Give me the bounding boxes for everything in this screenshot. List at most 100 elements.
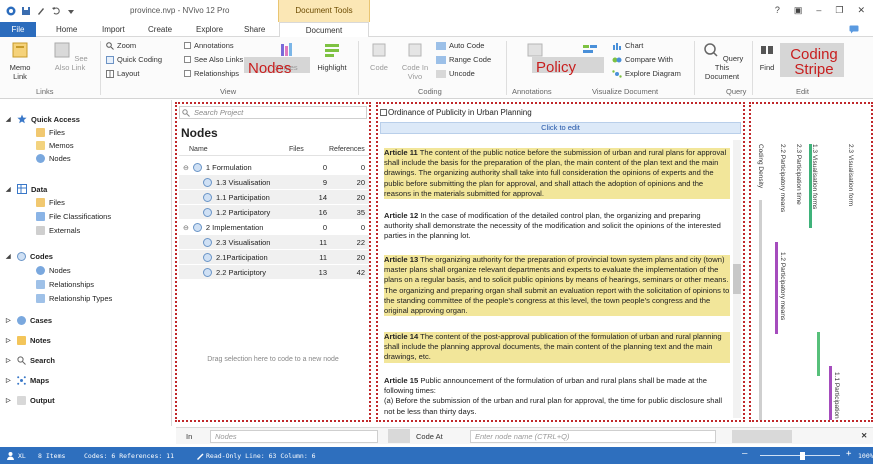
range-code-button[interactable]: Range Code [436,55,491,64]
auto-code-button[interactable]: Auto Code [436,41,484,50]
node-row[interactable]: ⊖ 2 Implementation 0 0 [179,220,369,234]
tab-explore[interactable]: Explore [196,22,223,37]
links-group-label: Links [36,87,54,96]
document-paragraph[interactable]: Article 15 Public announcement of the fo… [384,376,730,417]
restore-button[interactable]: ❐ [835,5,843,16]
nav-qa-files-label: Files [49,128,65,137]
chat-icon[interactable] [849,25,859,34]
quick-coding-button[interactable]: Quick Coding [106,55,162,64]
nav-qa-nodes-label: Nodes [49,154,71,163]
nav-file-classifications[interactable]: File Classifications [36,212,111,221]
code-bar-nodes-field[interactable]: Nodes [210,430,378,443]
nav-relationships[interactable]: Relationships [36,280,94,289]
node-row[interactable]: 1.3 Visualisation 9 20 [179,175,369,189]
collapse-icon[interactable]: ⊖ [183,164,189,172]
word-cloud-button[interactable] [574,41,606,63]
node-row[interactable]: 2.3 Visualisation 11 22 [179,235,369,249]
zoom-button[interactable]: Zoom [106,41,136,50]
query-this-document-button[interactable]: Query This Document [698,41,746,81]
explore-diagram-button[interactable]: Explore Diagram [612,69,681,78]
nav-cases[interactable]: ▷ Cases [6,316,52,325]
layout-button[interactable]: Layout [106,69,140,78]
tab-document[interactable]: Document [279,22,369,38]
node-icon [192,223,202,232]
nav-maps[interactable]: ▷ Maps [6,376,49,385]
code-in-vivo-button[interactable]: Code In Vivo [398,41,432,81]
stripe-label-2-2: 2.2 Participatory means [779,144,786,213]
nav-data[interactable]: ◢ Data [6,184,47,194]
ribbon-display-button[interactable]: ▣ [794,5,803,16]
nav-relationship-types-label: Relationship Types [49,294,113,303]
tab-create[interactable]: Create [148,22,172,37]
zoom-slider-handle[interactable] [800,452,805,460]
nav-data-files[interactable]: Files [36,198,65,207]
document-paragraph[interactable]: Article 14 The content of the post-appro… [384,332,730,363]
edit-icon[interactable] [36,6,46,16]
annotations-checkbox[interactable]: Annotations [184,41,234,50]
document-paragraph[interactable]: Article 12 In the case of modification o… [384,211,730,242]
document-paragraph[interactable]: Article 13 The organizing authority for … [384,255,730,317]
nav-externals[interactable]: Externals [36,226,80,235]
coding-density-stripe[interactable] [759,200,762,420]
code-button[interactable]: Code [364,41,394,72]
node-row[interactable]: 2.2 Participtory 13 42 [179,265,369,279]
nav-relationship-types[interactable]: Relationship Types [36,294,112,303]
tab-import[interactable]: Import [102,22,125,37]
help-button[interactable]: ? [775,5,780,16]
code-bar-color-swatch[interactable] [388,429,410,443]
document-scrollbar-thumb[interactable] [733,264,741,294]
code-bar-actions[interactable] [732,430,792,443]
uncode-icon [436,69,446,78]
quick-coding-label: Quick Coding [117,55,163,64]
nav-codes[interactable]: ◢ Codes [6,252,53,261]
see-also-links-checkbox[interactable]: See Also Links [184,55,243,64]
title-bar: province.nvp - NVivo 12 Pro Document Too… [0,0,873,22]
chart-button[interactable]: Chart [612,41,643,50]
node-row[interactable]: 1.2 Participatory 16 35 [179,205,369,219]
document-paragraph[interactable]: Article 11 The content of the public not… [384,148,730,200]
query-group-label: Query [726,87,747,96]
node-row[interactable]: 1.1 Participation 14 20 [179,190,369,204]
col-name-header[interactable]: Name [189,146,208,153]
minimize-button[interactable]: – [816,5,821,16]
collapse-icon[interactable]: ⊖ [183,224,189,232]
nav-output[interactable]: ▷ Output [6,396,55,405]
nav-qa-memos[interactable]: Memos [36,141,74,150]
nav-search[interactable]: ▷ Search [6,356,55,365]
stripe-green[interactable] [817,332,820,376]
relationships-checkbox[interactable]: Relationships [184,69,239,78]
col-references-header[interactable]: References [329,146,365,153]
nav-qa-nodes[interactable]: Nodes [36,154,71,163]
relationships-label: Relationships [194,69,240,78]
node-name-text: 1 Formulation [205,163,252,172]
nav-qa-files[interactable]: Files [36,128,65,137]
nav-notes[interactable]: ▷ Notes [6,336,51,345]
files-icon [36,198,45,207]
zoom-out-button[interactable]: – [742,449,747,459]
customize-qat-icon[interactable] [66,6,76,16]
nav-quick-access[interactable]: ◢ Quick Access [6,114,80,124]
save-icon[interactable] [21,6,31,16]
close-button[interactable]: ✕ [857,5,865,16]
code-bar-close-icon[interactable]: ✕ [861,431,867,440]
nav-codes-nodes[interactable]: Nodes [36,266,71,275]
uncode-button[interactable]: Uncode [436,69,475,78]
stripe-1-2-participatory-means[interactable] [775,242,778,334]
highlight-button[interactable]: Highlight [312,41,352,72]
node-row[interactable]: 2.1Participation 11 20 [179,250,369,264]
click-to-edit-bar[interactable]: Click to edit [380,122,741,134]
find-button[interactable]: Find [756,41,778,72]
tab-file[interactable]: File [0,22,36,37]
undo-icon[interactable] [51,6,61,16]
node-name-input[interactable]: Enter node name (CTRL+Q) [470,430,716,443]
compare-with-button[interactable]: Compare With [612,55,673,64]
see-also-link-button[interactable]: See Also Link [52,41,88,72]
col-files-header[interactable]: Files [289,146,304,153]
node-row[interactable]: ⊖ 1 Formulation 0 0 [179,160,369,174]
tab-share[interactable]: Share [244,22,265,37]
stripe-1-1-participation[interactable] [829,366,832,420]
tab-home[interactable]: Home [56,22,77,37]
zoom-in-button[interactable]: + [846,449,851,459]
memo-link-button[interactable]: Memo Link [6,41,34,81]
search-project-input[interactable]: Search Project [179,106,367,119]
